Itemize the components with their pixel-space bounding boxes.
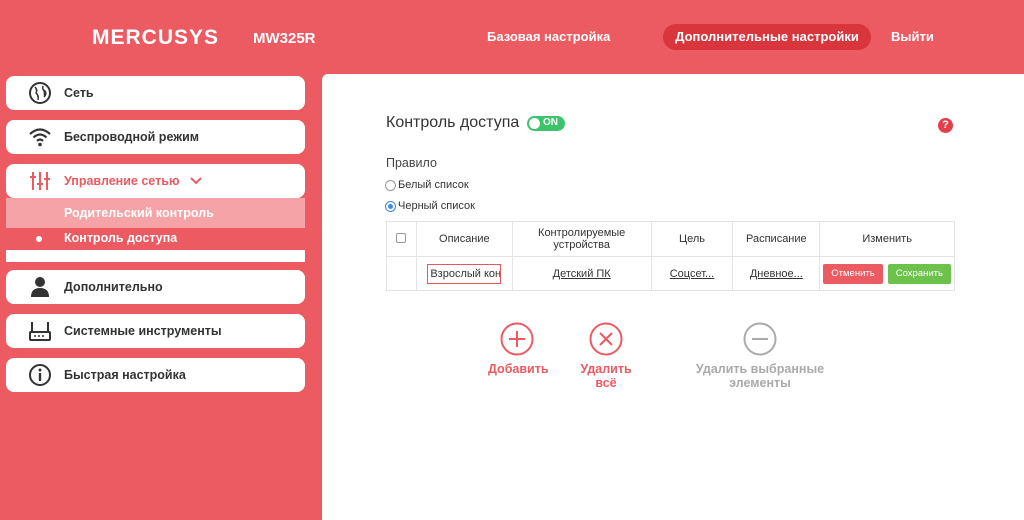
wifi-icon: [28, 125, 52, 149]
radio-blacklist[interactable]: Черный список: [385, 200, 475, 212]
active-dot-icon: [36, 236, 42, 242]
cancel-button[interactable]: Отменить: [823, 263, 883, 284]
radio-label: Черный список: [398, 200, 475, 212]
checkbox-icon[interactable]: [396, 232, 407, 243]
target-cell: Соцсет...: [650, 256, 734, 291]
user-icon: [28, 275, 52, 299]
edit-cell: Отменить Сохранить: [819, 256, 955, 291]
access-control-toggle[interactable]: ON: [527, 116, 565, 131]
sidebar-item-system-tools[interactable]: Системные инструменты: [6, 314, 305, 348]
devices-cell: Детский ПК: [511, 256, 652, 291]
row-select-cell: [386, 256, 417, 291]
router-icon: [28, 319, 52, 343]
sidebar-item-quick-setup[interactable]: Быстрая настройка: [6, 358, 305, 392]
globe-icon: [28, 81, 52, 105]
column-header: Описание: [415, 221, 513, 257]
delete-selected-button[interactable]: Удалить выбранные элементы: [668, 322, 852, 390]
delete-selected-label: Удалить выбранные элементы: [695, 362, 825, 390]
target-link[interactable]: Соцсет...: [670, 268, 714, 280]
brand-logo: MERCUSYS: [92, 26, 220, 49]
minus-circle-icon: [743, 322, 777, 356]
description-cell: Взрослый конт: [415, 256, 513, 291]
toggle-label: ON: [543, 117, 558, 128]
radio-circle-icon: [385, 179, 396, 191]
table-header-row: Описание Контролируемые устройства Цель …: [386, 221, 955, 257]
sidebar-item-label: Управление сетью: [64, 174, 180, 188]
column-header: Расписание: [732, 221, 821, 257]
submenu-item-parental-control[interactable]: Родительский контроль: [6, 198, 305, 228]
add-label: Добавить: [488, 362, 549, 376]
sliders-icon: [28, 169, 52, 193]
delete-all-label: Удалить всё: [580, 362, 632, 390]
save-button[interactable]: Сохранить: [887, 263, 951, 284]
sidebar-item-network-control[interactable]: Управление сетью: [6, 164, 305, 198]
sidebar-item-wireless[interactable]: Беспроводной режим: [6, 120, 305, 154]
nav-exit[interactable]: Выйти: [891, 24, 934, 50]
info-icon: [28, 363, 52, 387]
column-header: Изменить: [819, 221, 955, 257]
schedule-cell: Дневное...: [732, 256, 821, 291]
x-circle-icon: [589, 322, 623, 356]
plus-circle-icon: [500, 322, 534, 356]
devices-link[interactable]: Детский ПК: [553, 268, 611, 280]
sidebar-item-advanced[interactable]: Дополнительно: [6, 270, 305, 304]
add-button[interactable]: Добавить: [488, 322, 549, 376]
main-panel: Контроль доступа ON ? Правило Белый спис…: [322, 74, 1024, 520]
sidebar-item-label: Дополнительно: [64, 280, 163, 294]
submenu-item-access-control[interactable]: Контроль доступа: [6, 228, 305, 250]
toggle-knob: [529, 118, 540, 129]
sidebar-item-label: Системные инструменты: [64, 324, 222, 338]
rule-label: Правило: [386, 156, 437, 170]
rules-table: Описание Контролируемые устройства Цель …: [386, 221, 955, 291]
help-icon[interactable]: ?: [938, 118, 953, 133]
radio-circle-checked-icon: [385, 200, 396, 212]
page-title: Контроль доступа: [386, 114, 520, 131]
sidebar-item-label: Быстрая настройка: [64, 368, 186, 382]
nav-advanced-settings[interactable]: Дополнительные настройки: [663, 24, 871, 50]
delete-all-button[interactable]: Удалить всё: [568, 322, 644, 390]
nav-basic-settings[interactable]: Базовая настройка: [487, 24, 610, 50]
radio-whitelist[interactable]: Белый список: [385, 179, 469, 191]
model-name: MW325R: [253, 30, 316, 47]
submenu-item-label: Контроль доступа: [64, 231, 178, 245]
network-control-submenu: Родительский контроль Контроль доступа: [6, 198, 305, 262]
watermark: WiFiKA.RU: [760, 468, 998, 512]
schedule-link[interactable]: Дневное...: [750, 268, 803, 280]
column-header: Контролируемые устройства: [511, 221, 652, 257]
sidebar-item-network[interactable]: Сеть: [6, 76, 305, 110]
sidebar-item-label: Сеть: [64, 86, 94, 100]
table-row: Взрослый конт Детский ПК Соцсет... Дневн…: [386, 256, 955, 291]
sidebar-item-label: Беспроводной режим: [64, 130, 200, 144]
radio-label: Белый список: [398, 179, 469, 191]
chevron-down-icon: [189, 177, 202, 185]
description-input[interactable]: Взрослый конт: [427, 263, 502, 284]
header-select-all[interactable]: [386, 221, 417, 257]
column-header: Цель: [650, 221, 734, 257]
